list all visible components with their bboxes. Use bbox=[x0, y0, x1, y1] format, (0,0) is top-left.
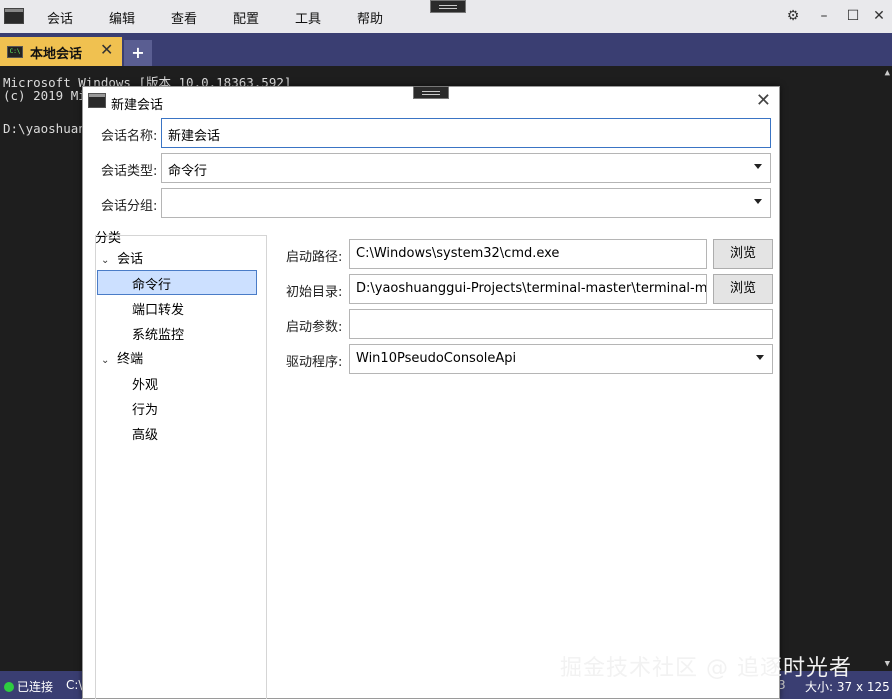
tree-item-advanced[interactable]: 高级 bbox=[132, 424, 158, 443]
menu-view[interactable]: 查看 bbox=[171, 8, 197, 27]
close-icon[interactable]: ✕ bbox=[756, 90, 771, 111]
tree-group-label: 终端 bbox=[117, 352, 144, 367]
status-path: C:\ bbox=[66, 678, 83, 692]
browse-path-button[interactable]: 浏览 bbox=[713, 239, 773, 269]
startup-path-input[interactable]: C:\Windows\system32\cmd.exe bbox=[349, 239, 707, 269]
minimize-icon[interactable]: – bbox=[813, 6, 835, 26]
session-type-label: 会话类型: bbox=[101, 164, 158, 179]
menu-help[interactable]: 帮助 bbox=[357, 8, 383, 27]
connection-status-text: 已连接 bbox=[17, 680, 54, 694]
startup-args-label: 启动参数: bbox=[286, 320, 343, 335]
tab-local-session[interactable]: C:\ 本地会话 ✕ bbox=[0, 37, 122, 66]
tree-item-command-line[interactable]: 命令行 bbox=[97, 270, 257, 295]
terminal-line: D:\yaoshuan bbox=[3, 121, 86, 136]
tree-item-port-forward[interactable]: 端口转发 bbox=[132, 299, 184, 318]
menu-edit[interactable]: 编辑 bbox=[109, 8, 135, 27]
menu-tools[interactable]: 工具 bbox=[295, 8, 321, 27]
driver-label: 驱动程序: bbox=[286, 355, 343, 370]
menu-session[interactable]: 会话 bbox=[47, 8, 73, 27]
tree-item-behavior[interactable]: 行为 bbox=[132, 399, 158, 418]
menu-config[interactable]: 配置 bbox=[233, 8, 259, 27]
chevron-down-icon bbox=[754, 164, 762, 169]
close-icon[interactable]: ✕ bbox=[868, 6, 890, 26]
tab-close-icon[interactable]: ✕ bbox=[100, 40, 113, 59]
connection-status: 已连接 bbox=[4, 678, 53, 695]
session-group-label: 会话分组: bbox=[101, 199, 158, 214]
new-session-dialog: 新建会话 ✕ 会话名称: 新建会话 会话类型: 命令行 会话分组: 分类 ⌄ 会… bbox=[82, 86, 780, 699]
tab-label: 本地会话 bbox=[30, 47, 83, 62]
session-type-value: 命令行 bbox=[168, 164, 208, 179]
scroll-up-icon[interactable]: ▲ bbox=[885, 68, 890, 78]
drag-handle-icon[interactable] bbox=[430, 0, 466, 13]
add-tab-button[interactable]: + bbox=[124, 40, 152, 66]
tree-item-system-monitor[interactable]: 系统监控 bbox=[132, 324, 184, 343]
menubar: 会话 编辑 查看 配置 工具 帮助 ⚙ – ☐ ✕ bbox=[0, 0, 892, 33]
scroll-down-icon[interactable]: ▼ bbox=[885, 659, 890, 669]
chevron-down-icon bbox=[756, 355, 764, 360]
dialog-title: 新建会话 bbox=[111, 98, 164, 113]
initial-dir-label: 初始目录: bbox=[286, 285, 343, 300]
session-name-label: 会话名称: bbox=[101, 129, 158, 144]
tab-bar: C:\ 本地会话 ✕ + bbox=[0, 33, 892, 66]
session-name-input[interactable]: 新建会话 bbox=[161, 118, 771, 148]
dialog-titlebar[interactable]: 新建会话 ✕ bbox=[83, 86, 779, 115]
session-type-select[interactable]: 命令行 bbox=[161, 153, 771, 183]
browse-dir-button[interactable]: 浏览 bbox=[713, 274, 773, 304]
initial-dir-input[interactable]: D:\yaoshuanggui-Projects\terminal-master… bbox=[349, 274, 707, 304]
gear-icon[interactable]: ⚙ bbox=[782, 6, 804, 26]
terminal-icon bbox=[88, 93, 106, 108]
chevron-down-icon: ⌄ bbox=[101, 255, 110, 266]
tree-group-terminal[interactable]: ⌄ 终端 bbox=[101, 348, 143, 367]
tree-group-label: 会话 bbox=[117, 252, 144, 267]
tree-group-session[interactable]: ⌄ 会话 bbox=[101, 248, 143, 267]
driver-value: Win10PseudoConsoleApi bbox=[356, 351, 517, 366]
chevron-down-icon: ⌄ bbox=[101, 355, 110, 366]
chevron-down-icon bbox=[754, 199, 762, 204]
session-group-select[interactable] bbox=[161, 188, 771, 218]
console-icon: C:\ bbox=[7, 46, 23, 58]
driver-select[interactable]: Win10PseudoConsoleApi bbox=[349, 344, 773, 374]
maximize-icon[interactable]: ☐ bbox=[842, 6, 864, 26]
connected-dot-icon bbox=[4, 682, 14, 692]
category-tree: ⌄ 会话 命令行 端口转发 系统监控 ⌄ 终端 外观 行为 高级 bbox=[95, 235, 267, 699]
watermark: 掘金技术社区 @ 追逐时光者 bbox=[560, 656, 852, 681]
terminal-line: (c) 2019 Mi bbox=[3, 88, 86, 103]
tree-item-appearance[interactable]: 外观 bbox=[132, 374, 158, 393]
drag-handle-icon[interactable] bbox=[413, 86, 449, 99]
startup-path-label: 启动路径: bbox=[286, 250, 343, 265]
terminal-icon[interactable] bbox=[4, 8, 24, 24]
startup-args-input[interactable] bbox=[349, 309, 773, 339]
